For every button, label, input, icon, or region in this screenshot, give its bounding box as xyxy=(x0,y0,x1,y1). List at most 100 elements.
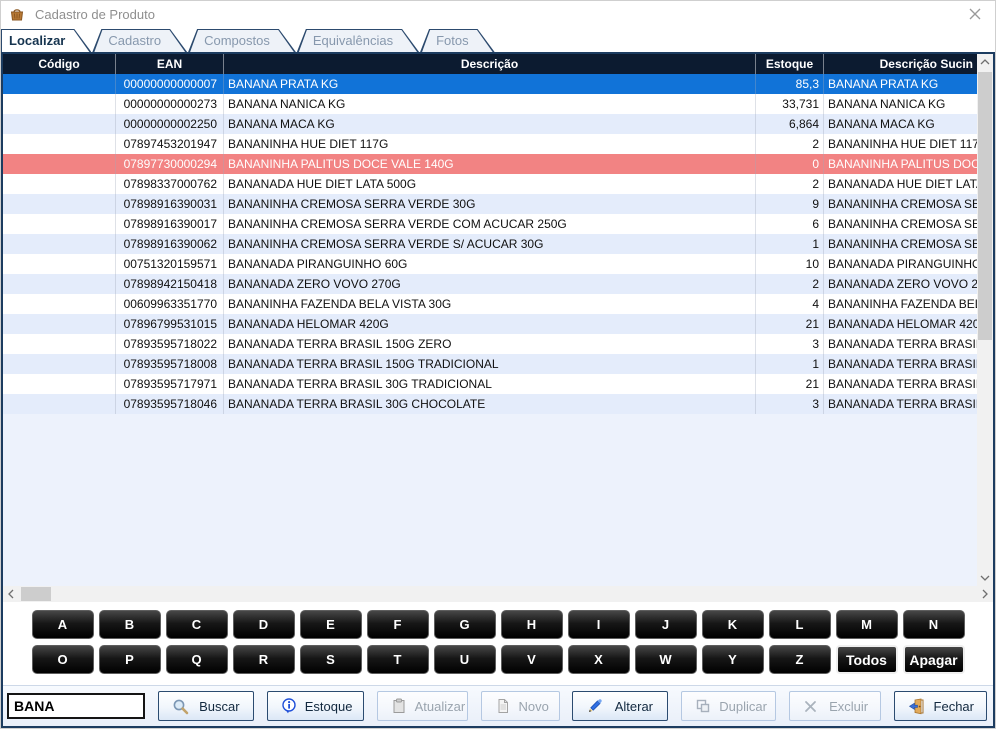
duplicar-button: Duplicar xyxy=(681,691,776,721)
letter-button-todos[interactable]: Todos xyxy=(836,645,898,674)
tab-equivalencias[interactable]: Equivalências xyxy=(297,29,419,52)
table-row[interactable]: 00609963351770BANANINHA FAZENDA BELA VIS… xyxy=(3,294,977,314)
column-header-descricao[interactable]: Descrição xyxy=(224,54,756,74)
cell-estoque: 1 xyxy=(756,354,824,374)
table-row[interactable]: 07898942150418BANANADA ZERO VOVO 270G2BA… xyxy=(3,274,977,294)
scroll-right-icon[interactable] xyxy=(977,586,993,602)
buscar-button[interactable]: Buscar xyxy=(158,691,254,721)
scroll-left-icon[interactable] xyxy=(3,586,19,602)
cell-ean: 07893595718022 xyxy=(116,334,224,354)
vertical-scroll-thumb[interactable] xyxy=(978,72,992,340)
tab-localizar[interactable]: Localizar xyxy=(1,29,91,52)
letter-button-r[interactable]: R xyxy=(233,645,295,674)
tab-compostos[interactable]: Compostos xyxy=(188,29,296,52)
column-header-estoque[interactable]: Estoque xyxy=(756,54,824,74)
tab-label: Localizar xyxy=(1,29,91,48)
table-row[interactable]: 07893595718008BANANADA TERRA BRASIL 150G… xyxy=(3,354,977,374)
vertical-scrollbar[interactable] xyxy=(977,54,993,586)
fechar-button[interactable]: Fechar xyxy=(894,691,987,721)
table-row[interactable]: 07893595717971BANANADA TERRA BRASIL 30G … xyxy=(3,374,977,394)
letter-button-l[interactable]: L xyxy=(769,610,831,639)
cell-codigo xyxy=(3,314,116,334)
window-title: Cadastro de Produto xyxy=(35,7,965,22)
letter-button-f[interactable]: F xyxy=(367,610,429,639)
cell-sucinta: BANANINHA PALITUS DOCE VALE 140G xyxy=(824,154,977,174)
duplicate-icon xyxy=(695,698,711,714)
letter-button-i[interactable]: I xyxy=(568,610,630,639)
letter-button-j[interactable]: J xyxy=(635,610,697,639)
delete-icon xyxy=(803,699,821,714)
letter-button-w[interactable]: W xyxy=(635,645,697,674)
letter-button-y[interactable]: Y xyxy=(702,645,764,674)
cell-codigo xyxy=(3,214,116,234)
pencil-icon xyxy=(586,698,604,715)
letter-button-q[interactable]: Q xyxy=(166,645,228,674)
button-label: Alterar xyxy=(604,699,667,714)
cell-estoque: 2 xyxy=(756,174,824,194)
table-row[interactable]: 07898337000762BANANADA HUE DIET LATA 500… xyxy=(3,174,977,194)
table-row[interactable]: 07897730000294BANANINHA PALITUS DOCE VAL… xyxy=(3,154,977,174)
column-header-ean[interactable]: EAN xyxy=(116,54,224,74)
table-row[interactable]: 00000000000007BANANA PRATA KG85,3BANANA … xyxy=(3,74,977,94)
letter-button-v[interactable]: V xyxy=(501,645,563,674)
cell-descricao: BANANINHA PALITUS DOCE VALE 140G xyxy=(224,154,756,174)
cell-ean: 07893595717971 xyxy=(116,374,224,394)
letter-button-x[interactable]: X xyxy=(568,645,630,674)
cell-estoque: 6 xyxy=(756,214,824,234)
letter-button-s[interactable]: S xyxy=(300,645,362,674)
cell-estoque: 2 xyxy=(756,134,824,154)
table-row[interactable]: 07897453201947BANANINHA HUE DIET 117G2BA… xyxy=(3,134,977,154)
scroll-down-icon[interactable] xyxy=(977,570,993,586)
table-row[interactable]: 07898916390017BANANINHA CREMOSA SERRA VE… xyxy=(3,214,977,234)
cell-ean: 00000000000007 xyxy=(116,74,224,94)
table-row[interactable]: 00751320159571BANANADA PIRANGUINHO 60G10… xyxy=(3,254,977,274)
letter-button-c[interactable]: C xyxy=(166,610,228,639)
estoque-button[interactable]: Estoque xyxy=(267,691,364,721)
cell-codigo xyxy=(3,134,116,154)
letter-button-z[interactable]: Z xyxy=(769,645,831,674)
letter-button-p[interactable]: P xyxy=(99,645,161,674)
tab-label: Equivalências xyxy=(297,29,419,48)
cell-codigo xyxy=(3,94,116,114)
letter-button-g[interactable]: G xyxy=(434,610,496,639)
cell-codigo xyxy=(3,234,116,254)
tab-cadastro[interactable]: Cadastro xyxy=(92,29,187,52)
tab-fotos[interactable]: Fotos xyxy=(420,29,495,52)
table-row[interactable]: 00000000000273BANANA NANICA KG33,731BANA… xyxy=(3,94,977,114)
letter-button-b[interactable]: B xyxy=(99,610,161,639)
scroll-up-icon[interactable] xyxy=(977,54,993,70)
letter-button-e[interactable]: E xyxy=(300,610,362,639)
cell-ean: 07896799531015 xyxy=(116,314,224,334)
alterar-button[interactable]: Alterar xyxy=(572,691,668,721)
horizontal-scroll-thumb[interactable] xyxy=(21,587,51,601)
letter-button-d[interactable]: D xyxy=(233,610,295,639)
cell-descricao: BANANINHA FAZENDA BELA VISTA 30G xyxy=(224,294,756,314)
letter-button-apagar[interactable]: Apagar xyxy=(903,645,965,674)
letter-button-m[interactable]: M xyxy=(836,610,898,639)
letter-button-u[interactable]: U xyxy=(434,645,496,674)
cell-ean: 07898916390062 xyxy=(116,234,224,254)
cell-codigo xyxy=(3,294,116,314)
cell-estoque: 33,731 xyxy=(756,94,824,114)
table-row[interactable]: 07893595718046BANANADA TERRA BRASIL 30G … xyxy=(3,394,977,414)
letter-button-h[interactable]: H xyxy=(501,610,563,639)
letter-button-o[interactable]: O xyxy=(32,645,94,674)
atualizar-button: Atualizar xyxy=(377,691,468,721)
search-input[interactable] xyxy=(7,693,145,719)
close-icon[interactable] xyxy=(965,4,985,24)
letter-button-a[interactable]: A xyxy=(32,610,94,639)
table-row[interactable]: 00000000002250BANANA MACA KG6,864BANANA … xyxy=(3,114,977,134)
letter-button-n[interactable]: N xyxy=(903,610,965,639)
table-row[interactable]: 07896799531015BANANADA HELOMAR 420G21BAN… xyxy=(3,314,977,334)
cell-ean: 07897453201947 xyxy=(116,134,224,154)
table-row[interactable]: 07898916390062BANANINHA CREMOSA SERRA VE… xyxy=(3,234,977,254)
table-row[interactable]: 07893595718022BANANADA TERRA BRASIL 150G… xyxy=(3,334,977,354)
document-icon xyxy=(495,698,511,714)
column-header-codigo[interactable]: Código xyxy=(3,54,116,74)
table-row[interactable]: 07898916390031BANANINHA CREMOSA SERRA VE… xyxy=(3,194,977,214)
horizontal-scrollbar[interactable] xyxy=(3,586,993,602)
letter-button-t[interactable]: T xyxy=(367,645,429,674)
cell-estoque: 3 xyxy=(756,394,824,414)
column-header-descricao-sucinta[interactable]: Descrição Sucin xyxy=(824,54,977,74)
letter-button-k[interactable]: K xyxy=(702,610,764,639)
